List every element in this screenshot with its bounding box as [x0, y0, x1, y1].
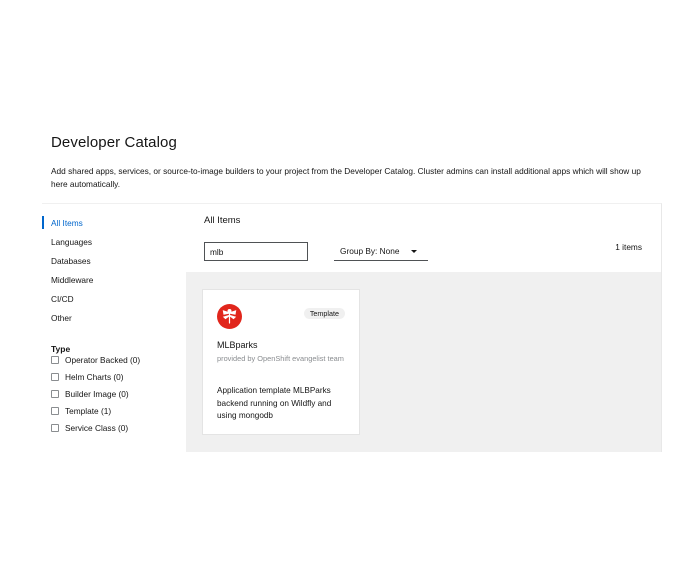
category-languages[interactable]: Languages: [51, 237, 92, 247]
catalog-sidebar: All Items Languages Databases Middleware…: [42, 204, 186, 452]
filter-label: Builder Image (0): [65, 389, 129, 399]
filter-label: Template (1): [65, 406, 112, 416]
card-description: Application template MLBParks backend ru…: [217, 386, 332, 420]
filter-service-class[interactable]: Service Class (0): [51, 423, 128, 433]
dragonfly-icon: [217, 304, 242, 329]
filter-template[interactable]: Template (1): [51, 406, 111, 416]
card-provider: provided by OpenShift evangelist team: [217, 354, 344, 363]
card-title: MLBparks: [217, 340, 258, 350]
filter-helm-charts[interactable]: Helm Charts (0): [51, 372, 124, 382]
item-count: 1 items: [615, 242, 642, 252]
checkbox[interactable]: [51, 373, 59, 381]
category-databases[interactable]: Databases: [51, 256, 91, 266]
filter-builder-image[interactable]: Builder Image (0): [51, 389, 129, 399]
catalog-toolbar: All Items Group By: None 1 items: [186, 204, 661, 272]
template-badge: Template: [303, 308, 345, 319]
page-description: Add shared apps, services, or source-to-…: [51, 166, 641, 189]
catalog-tile-mlbparks[interactable]: Template MLBparks provided by OpenShift …: [202, 289, 360, 435]
checkbox[interactable]: [51, 424, 59, 432]
checkbox[interactable]: [51, 356, 59, 364]
category-all-items[interactable]: All Items: [42, 216, 83, 229]
category-ci-cd[interactable]: CI/CD: [51, 294, 74, 304]
page-title: Developer Catalog: [51, 134, 177, 151]
filter-label: Service Class (0): [65, 423, 129, 433]
category-middleware[interactable]: Middleware: [51, 275, 93, 285]
checkbox[interactable]: [51, 407, 59, 415]
caret-down-icon: [411, 250, 417, 253]
search-input[interactable]: [204, 242, 308, 261]
category-other[interactable]: Other: [51, 313, 72, 323]
filter-label: Helm Charts (0): [65, 372, 124, 382]
checkbox[interactable]: [51, 390, 59, 398]
catalog-container: All Items Languages Databases Middleware…: [42, 203, 662, 452]
filter-operator-backed[interactable]: Operator Backed (0): [51, 355, 140, 365]
catalog-main: All Items Group By: None 1 items: [186, 204, 661, 452]
catalog-grid: Template MLBparks provided by OpenShift …: [186, 272, 661, 452]
section-title: All Items: [204, 215, 241, 226]
group-by-dropdown[interactable]: Group By: None: [334, 242, 428, 261]
filter-label: Operator Backed (0): [65, 355, 141, 365]
type-filter-heading: Type: [51, 344, 71, 354]
group-by-label: Group By: None: [340, 246, 400, 256]
